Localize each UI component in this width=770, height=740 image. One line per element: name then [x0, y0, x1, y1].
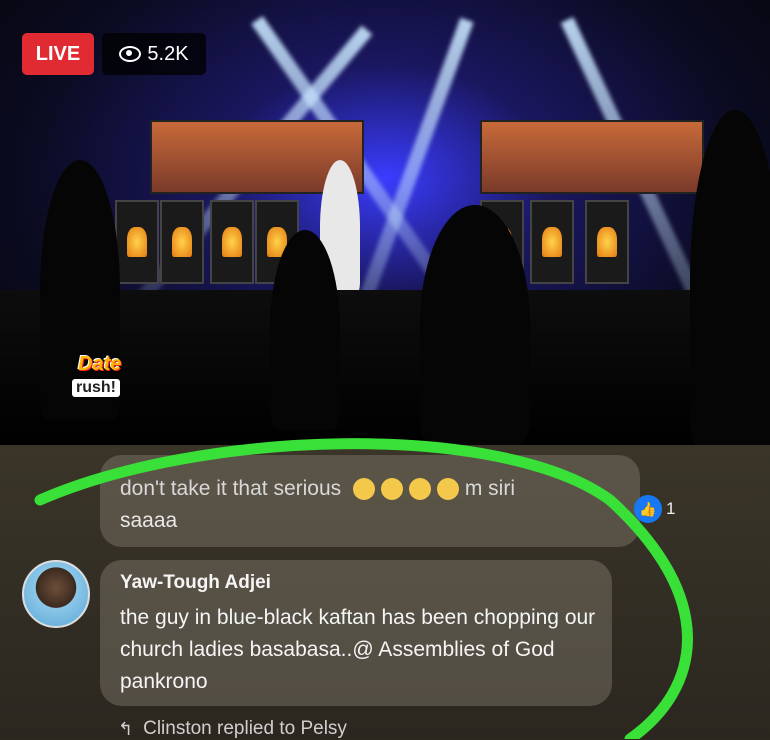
annotation-stroke	[34, 438, 693, 739]
